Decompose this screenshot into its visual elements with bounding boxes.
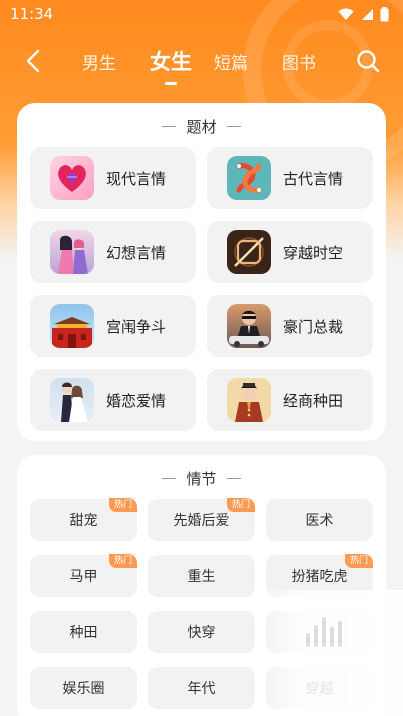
- ceo-car-icon: [227, 304, 271, 348]
- plot-item-marriage-first[interactable]: 先婚后爱 热门: [148, 498, 255, 541]
- plot-item-farming[interactable]: 种田: [30, 611, 137, 653]
- tab-short[interactable]: 短篇: [214, 49, 248, 74]
- plot-item-entertainment[interactable]: 娱乐圈: [30, 667, 137, 709]
- battery-icon: [380, 6, 389, 21]
- time-portal-icon: [227, 230, 271, 274]
- topic-item-business-farming[interactable]: 经商种田: [207, 369, 373, 431]
- status-time: 11:34: [10, 5, 54, 23]
- plot-item-underdog[interactable]: 扮猪吃虎 热门: [266, 554, 373, 597]
- status-bar: 11:34: [0, 0, 403, 28]
- plot-item-sweet-pet[interactable]: 甜宠 热门: [30, 498, 137, 541]
- plot-section: 情节 甜宠 热门 先婚后爱 热门 医术 马甲 热门 重生 扮猪吃虎 热门 种田 …: [17, 455, 386, 716]
- topic-label: 宫闱争斗: [106, 317, 167, 336]
- hot-badge: 热门: [108, 554, 137, 568]
- topic-item-modern-romance[interactable]: 现代言情: [30, 147, 196, 209]
- topic-item-ancient-romance[interactable]: 古代言情: [207, 147, 373, 209]
- plot-item-medicine[interactable]: 医术: [266, 499, 373, 541]
- topic-label: 穿越时空: [283, 243, 344, 262]
- plot-grid: 甜宠 热门 先婚后爱 热门 医术 马甲 热门 重生 扮猪吃虎 热门 种田 快穿: [30, 498, 373, 709]
- topic-label: 现代言情: [106, 169, 167, 188]
- merchant-icon: [227, 378, 271, 422]
- hot-badge: 热门: [344, 554, 373, 568]
- category-tabs: 男生 女生 短篇 图书: [82, 38, 350, 85]
- back-icon[interactable]: [22, 49, 46, 73]
- diamond-heart-icon: [50, 156, 94, 200]
- plot-item-time-travel[interactable]: 穿越: [266, 667, 373, 709]
- top-nav: 男生 女生 短篇 图书: [0, 38, 403, 85]
- hot-badge: 热门: [226, 498, 255, 512]
- topic-item-time-travel[interactable]: 穿越时空: [207, 221, 373, 283]
- topic-item-marriage-love[interactable]: 婚恋爱情: [30, 369, 196, 431]
- watermark-bars: [306, 617, 342, 647]
- wedding-couple-icon: [50, 378, 94, 422]
- topic-grid: 现代言情 古代言情 幻想言情 穿越时空 宫闱争斗 豪门总裁 婚恋爱情 经商种田: [30, 147, 373, 431]
- couple-illustration-icon: [50, 230, 94, 274]
- search-icon[interactable]: [355, 48, 381, 74]
- koi-fish-icon: [227, 156, 271, 200]
- topic-item-palace-intrigue[interactable]: 宫闱争斗: [30, 295, 196, 357]
- topic-label: 婚恋爱情: [106, 391, 167, 410]
- tab-books[interactable]: 图书: [282, 49, 316, 74]
- topic-label: 经商种田: [283, 391, 344, 410]
- wifi-icon: [338, 8, 354, 20]
- plot-item-vest[interactable]: 马甲 热门: [30, 554, 137, 597]
- plot-section-title: 情节: [17, 467, 386, 489]
- tab-female[interactable]: 女生: [150, 46, 192, 85]
- hot-badge: 热门: [108, 498, 137, 512]
- plot-item-quick-travel[interactable]: 快穿: [148, 611, 255, 653]
- topic-section-title: 题材: [17, 115, 386, 137]
- topic-label: 豪门总裁: [283, 317, 344, 336]
- topic-label: 古代言情: [283, 169, 344, 188]
- signal-icon: [362, 8, 373, 20]
- topic-section: 题材 现代言情 古代言情 幻想言情 穿越时空 宫闱争斗 豪门总裁 婚恋爱情 经商…: [17, 103, 386, 441]
- plot-item-rebirth[interactable]: 重生: [148, 555, 255, 597]
- plot-item-era[interactable]: 年代: [148, 667, 255, 709]
- tab-male[interactable]: 男生: [82, 49, 116, 74]
- palace-icon: [50, 304, 94, 348]
- topic-item-ceo-romance[interactable]: 豪门总裁: [207, 295, 373, 357]
- topic-item-fantasy-romance[interactable]: 幻想言情: [30, 221, 196, 283]
- topic-label: 幻想言情: [106, 243, 167, 262]
